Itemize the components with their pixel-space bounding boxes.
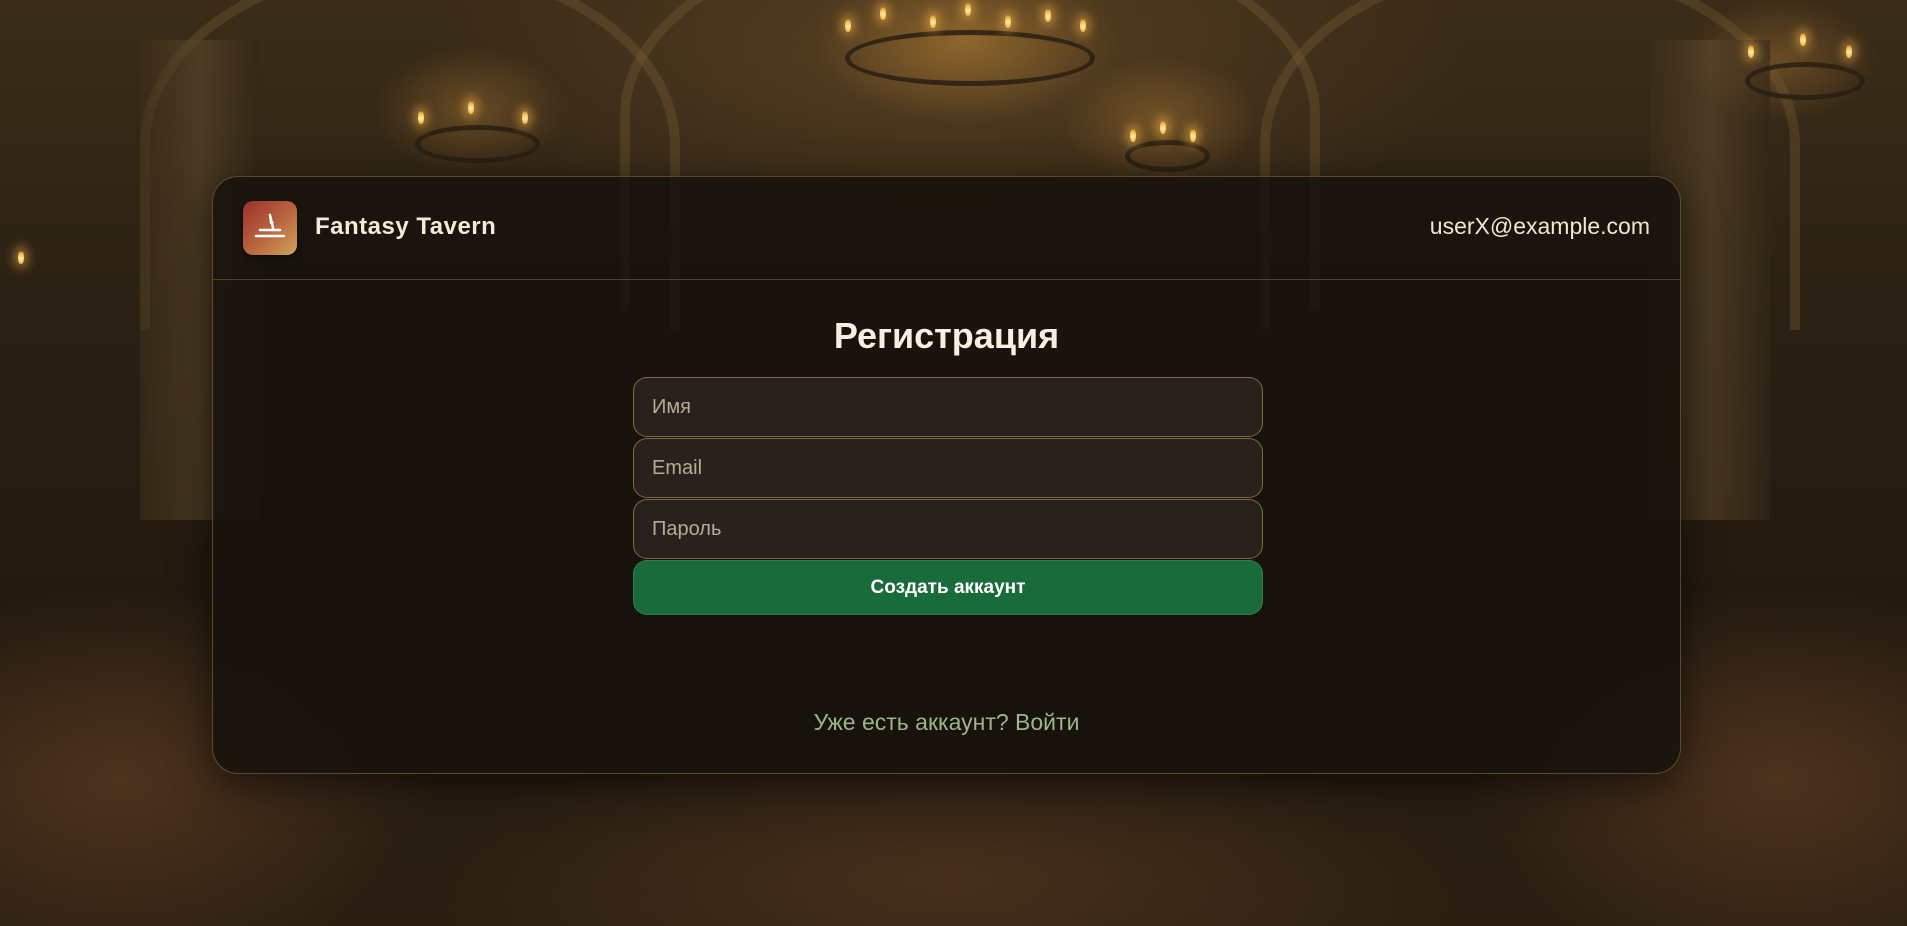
candle-flame — [880, 6, 886, 20]
candle-flame — [18, 250, 24, 264]
candle-flame — [418, 110, 424, 124]
name-input[interactable] — [633, 377, 1263, 437]
app-logo — [243, 201, 297, 255]
password-input[interactable] — [633, 499, 1263, 559]
chandelier — [1745, 62, 1865, 100]
user-email: userX@example.com — [1429, 213, 1650, 239]
candle-flame — [845, 18, 851, 32]
candle-flame — [965, 2, 971, 16]
chandelier — [415, 125, 540, 163]
candle-flame — [1045, 8, 1051, 22]
chandelier — [1125, 140, 1210, 172]
candle-flame — [522, 110, 528, 124]
candle-flame — [1160, 120, 1166, 134]
candle-flame — [1190, 128, 1196, 142]
candle-flame — [468, 100, 474, 114]
candle-flame — [1080, 18, 1086, 32]
login-link[interactable]: Уже есть аккаунт? Войти — [213, 709, 1680, 736]
email-input[interactable] — [633, 438, 1263, 498]
candle-flame — [1800, 32, 1806, 46]
candle-flame — [930, 14, 936, 28]
candle-flame — [1130, 128, 1136, 142]
app-name: Fantasy Tavern — [315, 213, 497, 240]
registration-card: Fantasy Tavern userX@example.com Регистр… — [212, 176, 1681, 774]
feather-quill-icon — [254, 213, 286, 238]
card-header: Fantasy Tavern userX@example.com — [213, 177, 1680, 280]
candle-flame — [1005, 14, 1011, 28]
chandelier — [845, 30, 1095, 86]
page-title: Регистрация — [833, 315, 1060, 356]
create-account-button[interactable]: Создать аккаунт — [633, 560, 1263, 615]
candle-flame — [1846, 44, 1852, 58]
candle-flame — [1748, 44, 1754, 58]
